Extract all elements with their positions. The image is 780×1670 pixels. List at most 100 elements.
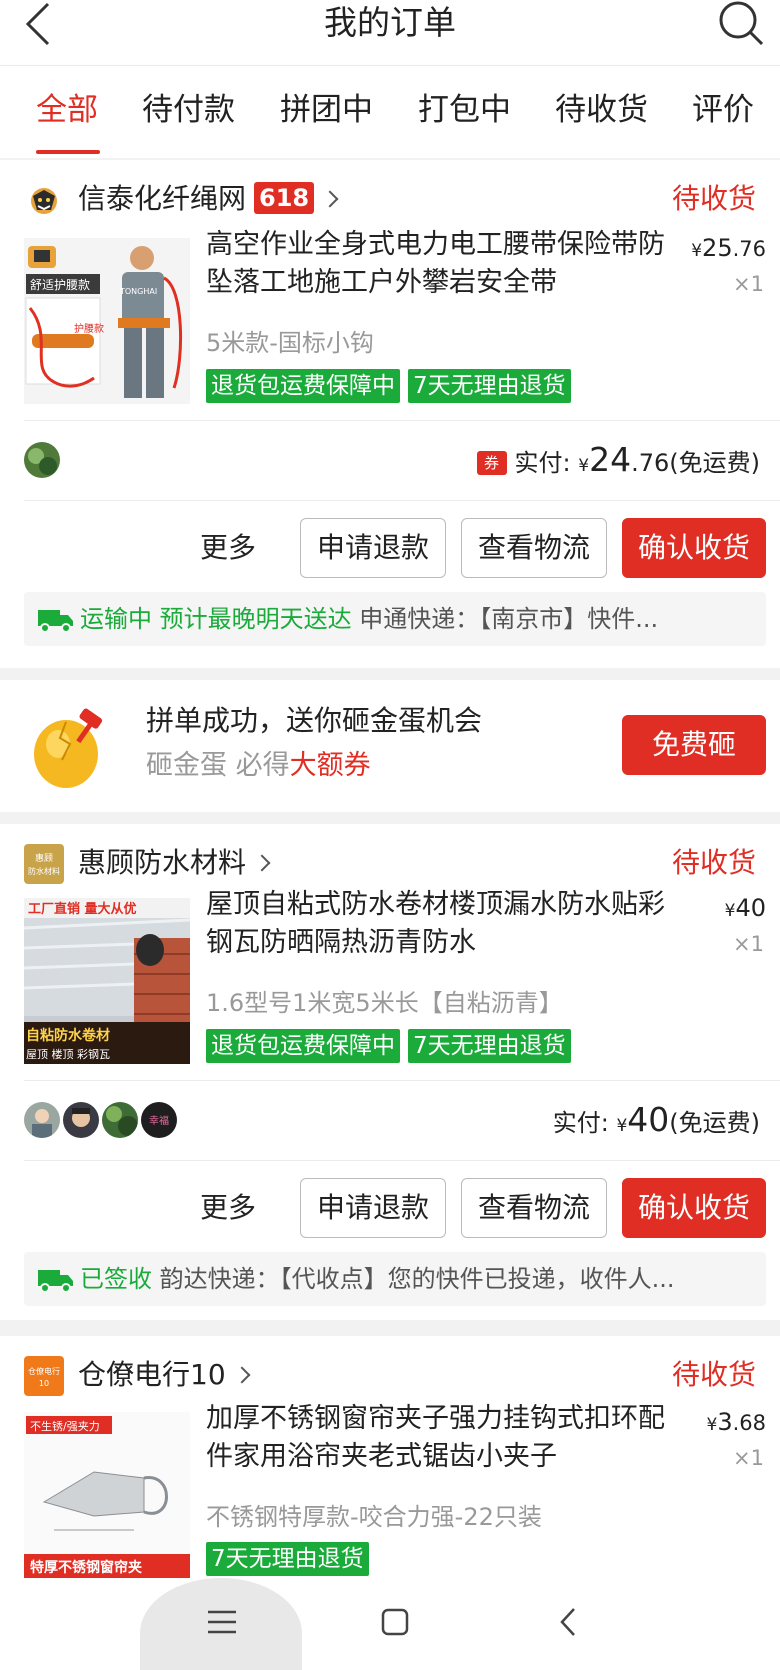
thumb-caption: 屋顶 楼顶 彩钢瓦 bbox=[26, 1047, 110, 1061]
service-tag: 7天无理由退货 bbox=[408, 1029, 571, 1063]
service-tags: 退货包运费保障中 7天无理由退货 bbox=[206, 1029, 579, 1063]
page-title: 我的订单 bbox=[324, 3, 456, 42]
group-avatars: 幸福 bbox=[24, 1102, 178, 1138]
divider bbox=[24, 420, 780, 421]
group-avatars bbox=[24, 442, 60, 478]
shop-header[interactable]: 惠顾 防水材料 惠顾防水材料 bbox=[24, 842, 624, 886]
tab-pending-receipt[interactable]: 待收货 bbox=[555, 90, 648, 130]
truck-icon bbox=[38, 610, 73, 632]
product-price: ¥25.76 bbox=[691, 234, 766, 262]
coupon-icon: 券 bbox=[476, 451, 507, 475]
view-logistics-button[interactable]: 查看物流 bbox=[461, 518, 607, 578]
avatar: 幸福 bbox=[141, 1102, 178, 1138]
tab-group-buying[interactable]: 拼团中 bbox=[280, 90, 373, 130]
free-smash-button[interactable]: 免费砸 bbox=[622, 715, 766, 775]
product-quantity: ×1 bbox=[733, 272, 764, 296]
payment-row: 幸福 实付: ¥40(免运费) bbox=[24, 1098, 760, 1142]
menu-icon[interactable] bbox=[208, 1608, 236, 1636]
promo-618-badge: 618 bbox=[254, 182, 315, 214]
paid-amount: 实付: ¥40(免运费) bbox=[552, 1100, 760, 1139]
svg-text:惠顾: 惠顾 bbox=[35, 852, 53, 864]
golden-egg-promo: 拼单成功，送你砸金蛋机会 砸金蛋 必得大额券 免费砸 bbox=[0, 680, 780, 812]
shop-name: 仓僚电行10 bbox=[78, 1358, 226, 1391]
product-title[interactable]: 加厚不锈钢窗帘夹子强力挂钩式扣环配件家用浴帘夹老式锯齿小夹子 bbox=[206, 1400, 666, 1476]
chevron-right-icon bbox=[321, 190, 339, 208]
promo-subtitle: 砸金蛋 必得大额券 bbox=[146, 750, 371, 781]
chevron-right-icon bbox=[233, 1366, 251, 1384]
logistics-info[interactable]: 运输中 预计最晚明天送达 申通快递：【南京市】快件... bbox=[24, 592, 766, 646]
product-spec: 1.6型号1米宽5米长【自粘沥青】 bbox=[206, 989, 563, 1017]
shop-header[interactable]: 仓僚电行 10 仓僚电行10 bbox=[24, 1354, 624, 1398]
service-tag: 7天无理由退货 bbox=[408, 369, 571, 403]
order-status: 待收货 bbox=[671, 846, 756, 879]
product-thumbnail[interactable]: 舒适护腰款 护腰款 TONGHAI bbox=[24, 238, 190, 404]
refund-button[interactable]: 申请退款 bbox=[300, 518, 446, 578]
divider bbox=[24, 1080, 780, 1081]
shop-name: 信泰化纤绳网 bbox=[78, 182, 247, 215]
payment-row: 券实付: ¥24.76(免运费) bbox=[24, 438, 760, 482]
shop-logo bbox=[24, 180, 64, 220]
tab-pending-payment[interactable]: 待付款 bbox=[142, 90, 235, 130]
tab-packing[interactable]: 打包中 bbox=[418, 90, 511, 130]
header-bar: 我的订单 bbox=[0, 0, 780, 66]
confirm-receipt-button[interactable]: 确认收货 bbox=[622, 1178, 766, 1238]
shop-name: 惠顾防水材料 bbox=[78, 846, 247, 879]
avatar bbox=[63, 1102, 100, 1138]
product-quantity: ×1 bbox=[733, 932, 764, 956]
svg-text:10: 10 bbox=[39, 1379, 49, 1388]
product-thumbnail[interactable]: 不生锈/强夹力 特厚不锈钢窗帘夹 bbox=[24, 1412, 190, 1578]
system-nav-bar bbox=[0, 1578, 780, 1670]
thumb-caption: 舒适护腰款 bbox=[30, 278, 90, 292]
svg-text:幸福: 幸福 bbox=[149, 1114, 169, 1127]
product-quantity: ×1 bbox=[733, 1446, 764, 1470]
avatar bbox=[24, 1102, 60, 1138]
more-button[interactable]: 更多 bbox=[200, 518, 256, 578]
shop-header[interactable]: 信泰化纤绳网 618 bbox=[24, 178, 624, 222]
product-thumbnail[interactable]: 工厂直销 量大从优 自粘防水卷材 屋顶 楼顶 彩钢瓦 bbox=[24, 898, 190, 1064]
logistics-info[interactable]: 已签收 韵达快递：【代收点】您的快件已投递，收件人... bbox=[24, 1252, 766, 1306]
shop-logo: 仓僚电行 10 bbox=[24, 1356, 64, 1396]
service-tag: 7天无理由退货 bbox=[206, 1542, 369, 1576]
order-card: 惠顾 防水材料 惠顾防水材料 待收货 工厂直销 量大从优 自粘防水卷材 屋顶 楼顶… bbox=[0, 824, 780, 1320]
product-title[interactable]: 屋顶自粘式防水卷材楼顶漏水防水贴彩钢瓦防晒隔热沥青防水 bbox=[206, 886, 666, 962]
chevron-right-icon bbox=[253, 854, 271, 872]
paid-amount: 券实付: ¥24.76(免运费) bbox=[476, 438, 760, 488]
service-tag: 退货包运费保障中 bbox=[206, 369, 400, 403]
svg-text:防水材料: 防水材料 bbox=[28, 866, 60, 876]
truck-icon bbox=[38, 1270, 73, 1292]
product-price: ¥3.68 bbox=[706, 1408, 766, 1436]
shop-logo: 惠顾 防水材料 bbox=[24, 844, 64, 884]
thumb-caption: 特厚不锈钢窗帘夹 bbox=[30, 1559, 142, 1576]
product-title[interactable]: 高空作业全身式电力电工腰带保险带防坠落工地施工户外攀岩安全带 bbox=[206, 226, 666, 302]
logistics-detail: 韵达快递：【代收点】您的快件已投递，收件人... bbox=[159, 1265, 675, 1293]
thumb-caption: 不生锈/强夹力 bbox=[30, 1419, 100, 1433]
order-card: 信泰化纤绳网 618 待收货 舒适护腰款 护腰款 TONGHAI 高空作业全身式电… bbox=[0, 160, 780, 668]
tab-review[interactable]: 评价 bbox=[692, 90, 754, 130]
product-price: ¥40 bbox=[724, 894, 766, 922]
refund-button[interactable]: 申请退款 bbox=[300, 1178, 446, 1238]
thumb-brand: TONGHAI bbox=[119, 287, 157, 296]
avatar bbox=[102, 1102, 139, 1138]
thumb-caption: 工厂直销 量大从优 bbox=[28, 901, 137, 917]
product-spec: 5米款-国标小钩 bbox=[206, 329, 374, 357]
active-tab-indicator bbox=[36, 150, 100, 154]
order-card: 仓僚电行 10 仓僚电行10 待收货 不生锈/强夹力 特厚不锈钢窗帘夹 加厚不锈钢… bbox=[0, 1336, 780, 1578]
svg-text:仓僚电行: 仓僚电行 bbox=[28, 1366, 60, 1376]
tab-all[interactable]: 全部 bbox=[36, 90, 98, 130]
back-icon[interactable] bbox=[558, 1606, 578, 1638]
order-status: 待收货 bbox=[671, 182, 756, 215]
confirm-receipt-button[interactable]: 确认收货 bbox=[622, 518, 766, 578]
search-icon[interactable] bbox=[716, 0, 764, 48]
divider bbox=[24, 500, 780, 501]
product-spec: 不锈钢特厚款-咬合力强-22只装 bbox=[206, 1503, 542, 1531]
thumb-caption: 自粘防水卷材 bbox=[26, 1027, 110, 1044]
view-logistics-button[interactable]: 查看物流 bbox=[461, 1178, 607, 1238]
home-square-icon[interactable] bbox=[381, 1607, 409, 1637]
service-tag: 退货包运费保障中 bbox=[206, 1029, 400, 1063]
avatar bbox=[24, 442, 60, 478]
service-tags: 退货包运费保障中 7天无理由退货 bbox=[206, 369, 579, 403]
order-status: 待收货 bbox=[671, 1358, 756, 1391]
thumb-caption: 护腰款 bbox=[74, 322, 104, 335]
more-button[interactable]: 更多 bbox=[200, 1178, 256, 1238]
logistics-status: 已签收 bbox=[80, 1265, 152, 1293]
